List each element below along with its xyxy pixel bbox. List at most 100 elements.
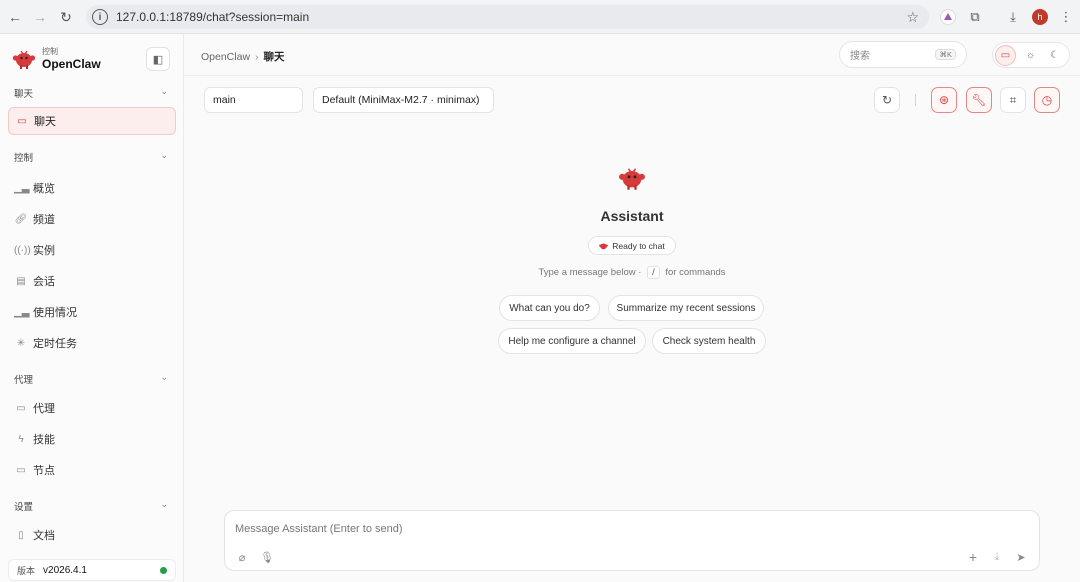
sun-icon[interactable]: ☼ bbox=[1020, 45, 1041, 66]
sidebar-section-chat: 聊天 ⌄ ▭ 聊天 bbox=[0, 84, 184, 135]
sidebar-item-channels[interactable]: 🔗︎ 频道 bbox=[8, 205, 176, 233]
breadcrumb-separator: › bbox=[255, 51, 259, 63]
sidebar-item-skills[interactable]: ϟ 技能 bbox=[8, 425, 176, 453]
sidebar-item-instances[interactable]: ((·)) 实例 bbox=[8, 236, 176, 264]
section-title: 设置 bbox=[14, 502, 34, 513]
model-select[interactable]: Default (MiniMax-M2.7 · minimax) bbox=[313, 87, 494, 113]
focus-button[interactable]: ⌗ bbox=[1000, 87, 1026, 113]
suggestion-chip[interactable]: What can you do? bbox=[499, 295, 600, 321]
puzzle-icon[interactable]: ⧉ bbox=[965, 7, 985, 27]
bar-chart-icon: ▁▃ bbox=[14, 306, 30, 318]
search-placeholder: 搜索 bbox=[850, 51, 870, 62]
avatar-initial: h bbox=[1032, 9, 1048, 25]
plus-icon[interactable]: + bbox=[964, 548, 982, 566]
download-icon[interactable]: ⤓ bbox=[988, 548, 1006, 566]
sidebar-item-nodes[interactable]: ▭ 节点 bbox=[8, 456, 176, 484]
sidebar-item-sessions[interactable]: ▤ 会话 bbox=[8, 267, 176, 295]
openclaw-logo-icon bbox=[12, 50, 36, 69]
document-icon: ▤ bbox=[16, 275, 26, 287]
broadcast-icon: ((·)) bbox=[14, 244, 31, 256]
session-value: main bbox=[213, 94, 236, 106]
lightning-icon: ϟ bbox=[18, 433, 24, 445]
spinner-icon: ✳ bbox=[16, 337, 26, 349]
reload-icon[interactable]: ↻ bbox=[53, 4, 79, 30]
brand-subtitle: 控制 bbox=[42, 47, 58, 56]
wrench-icon: 🔧︎ bbox=[971, 93, 987, 107]
version-value: v2026.4.1 bbox=[43, 564, 87, 576]
sidebar-item-label: 实例 bbox=[33, 245, 55, 257]
section-header[interactable]: 设置 ⌄ bbox=[0, 497, 184, 515]
send-icon[interactable]: ➤ bbox=[1012, 548, 1030, 566]
suggestion-chip[interactable]: Check system health bbox=[652, 328, 766, 354]
suggestion-chip[interactable]: Help me configure a channel bbox=[498, 328, 646, 354]
sidebar-item-chat[interactable]: ▭ 聊天 bbox=[8, 107, 176, 135]
download-icon[interactable]: ⤓ bbox=[1003, 7, 1023, 27]
chevron-down-icon: ⌄ bbox=[160, 372, 168, 382]
suggestion-label: What can you do? bbox=[509, 302, 590, 314]
brand[interactable]: 控制 OpenClaw bbox=[12, 46, 101, 71]
message-input[interactable] bbox=[235, 521, 935, 537]
extension-icon[interactable] bbox=[938, 7, 958, 27]
sidebar-collapse-button[interactable]: ◧ bbox=[146, 47, 170, 71]
sidebar-item-label: 文档 bbox=[33, 530, 55, 542]
brand-name: OpenClaw bbox=[42, 57, 101, 71]
refresh-button[interactable]: ↻ bbox=[874, 87, 900, 113]
sidebar-item-label: 使用情况 bbox=[33, 307, 77, 319]
sidebar-item-label: 代理 bbox=[33, 403, 55, 415]
version-badge: 版本 v2026.4.1 bbox=[8, 559, 176, 581]
chevron-down-icon: ⌄ bbox=[160, 150, 168, 160]
refresh-icon: ↻ bbox=[881, 93, 893, 107]
sidebar-item-agents[interactable]: ▭ 代理 bbox=[8, 394, 176, 422]
brain-button[interactable]: ⊛ bbox=[931, 87, 957, 113]
breadcrumb: OpenClaw › 聊天 bbox=[201, 49, 285, 64]
breadcrumb-current: 聊天 bbox=[263, 51, 285, 63]
attach-icon[interactable]: ⌀ bbox=[233, 548, 251, 566]
chat-bubble-icon: ▭ bbox=[17, 115, 27, 127]
sidebar-item-overview[interactable]: ▁▃ 概览 bbox=[8, 174, 176, 202]
avatar[interactable]: h bbox=[1030, 7, 1050, 27]
url-text: 127.0.0.1:18789/chat?session=main bbox=[116, 10, 310, 24]
microphone-icon[interactable]: 🎙︎ bbox=[258, 548, 276, 566]
hint-text: Type a message below · bbox=[538, 267, 642, 278]
link-icon: 🔗︎ bbox=[14, 213, 28, 225]
sidebar-item-label: 频道 bbox=[33, 214, 55, 226]
assistant-mini-icon bbox=[599, 242, 609, 249]
section-header[interactable]: 聊天 ⌄ bbox=[0, 84, 184, 102]
version-label: 版本 bbox=[17, 565, 36, 576]
session-select[interactable]: main bbox=[204, 87, 303, 113]
focus-icon: ⌗ bbox=[1009, 92, 1017, 107]
back-icon[interactable]: ← bbox=[2, 4, 28, 30]
more-menu-icon[interactable]: ⋮ bbox=[1056, 7, 1076, 27]
search-input[interactable]: 搜索 ⌘K bbox=[839, 41, 967, 68]
suggestion-chip[interactable]: Summarize my recent sessions bbox=[608, 295, 764, 321]
hint-key: / bbox=[647, 266, 660, 279]
sidebar-section-settings: 设置 ⌄ ▯ 文档 bbox=[0, 497, 184, 549]
site-info-icon[interactable]: i bbox=[92, 9, 108, 25]
theme-switcher: ▭ ☼ ☾ bbox=[992, 42, 1070, 68]
sidebar-item-usage[interactable]: ▁▃ 使用情况 bbox=[8, 298, 176, 326]
address-bar[interactable]: i 127.0.0.1:18789/chat?session=main ☆ bbox=[86, 5, 929, 29]
section-title: 控制 bbox=[14, 153, 34, 164]
status-badge: Ready to chat bbox=[588, 236, 676, 255]
sidebar-item-label: 聊天 bbox=[34, 116, 56, 128]
tools-button[interactable]: 🔧︎ bbox=[966, 87, 992, 113]
moon-icon[interactable]: ☾ bbox=[1044, 45, 1065, 66]
monitor-icon[interactable]: ▭ bbox=[995, 45, 1016, 66]
sidebar-item-label: 概览 bbox=[33, 183, 55, 195]
assistant-title: Assistant bbox=[600, 208, 664, 224]
forward-icon[interactable]: → bbox=[27, 4, 53, 30]
sidebar-item-label: 技能 bbox=[33, 434, 55, 446]
sidebar-item-docs[interactable]: ▯ 文档 bbox=[8, 521, 176, 549]
section-title: 聊天 bbox=[14, 89, 34, 100]
sidebar-item-label: 节点 bbox=[33, 465, 55, 477]
section-header[interactable]: 代理 ⌄ bbox=[0, 370, 184, 388]
breadcrumb-root[interactable]: OpenClaw bbox=[201, 51, 250, 63]
section-header[interactable]: 控制 ⌄ bbox=[0, 148, 184, 166]
sidebar-section-agents: 代理 ⌄ ▭ 代理 ϟ 技能 ▭ 节点 bbox=[0, 370, 184, 484]
sidebar-item-label: 定时任务 bbox=[33, 338, 77, 350]
history-button[interactable]: ◷ bbox=[1034, 87, 1060, 113]
chevron-down-icon: ⌄ bbox=[160, 499, 168, 509]
bookmark-star-icon[interactable]: ☆ bbox=[906, 9, 919, 26]
sidebar-item-cron[interactable]: ✳ 定时任务 bbox=[8, 329, 176, 357]
sidebar-toggle-icon: ◧ bbox=[152, 53, 164, 66]
